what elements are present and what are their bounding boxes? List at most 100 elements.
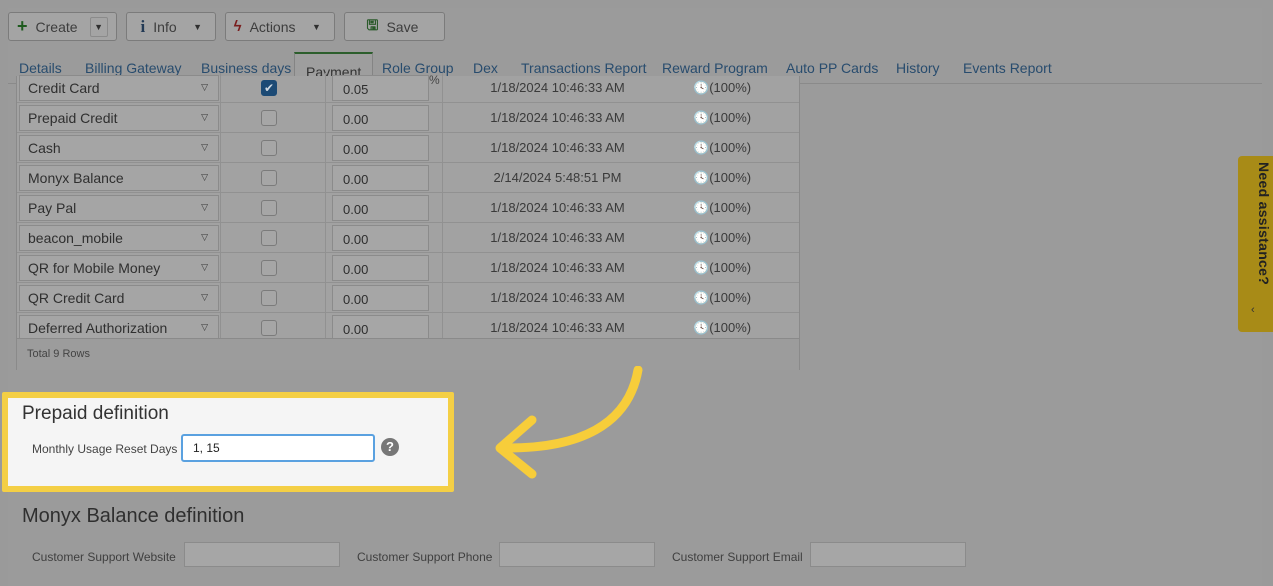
status: 🕓(100%) <box>693 290 751 306</box>
enabled-cell <box>220 253 326 283</box>
monyx-section-title: Monyx Balance definition <box>22 505 245 527</box>
section-title: Prepaid definition <box>22 403 169 424</box>
reset-days-label: Monthly Usage Reset Days <box>32 442 178 456</box>
chevron-down-icon[interactable]: ▼ <box>89 16 108 37</box>
status: 🕓(100%) <box>693 80 751 96</box>
help-icon[interactable]: ? <box>381 438 399 456</box>
dropdown-arrow-icon: ▽ <box>201 322 208 332</box>
amount-input[interactable]: 0.00 <box>332 285 429 311</box>
payment-method-name: QR Credit Card <box>28 290 125 306</box>
amount-input[interactable]: 0.00 <box>332 225 429 251</box>
status: 🕓(100%) <box>693 110 751 126</box>
clock-icon: 🕓 <box>693 110 710 125</box>
payment-methods-table: Credit Card ▽ ✔ 0.05 % 1/18/2024 10:46:33… <box>16 73 800 370</box>
payment-method-select[interactable]: Prepaid Credit ▽ <box>19 105 219 131</box>
amount-input[interactable]: 0.00 <box>332 255 429 281</box>
status: 🕓(100%) <box>693 230 751 246</box>
enabled-checkbox[interactable] <box>261 260 277 276</box>
table-row: Monyx Balance ▽ 0.00 2/14/2024 5:48:51 PM… <box>17 163 799 193</box>
enabled-checkbox[interactable] <box>261 290 277 306</box>
reset-days-input[interactable]: 1, 15 <box>181 434 375 462</box>
amount-input[interactable]: 0.00 <box>332 165 429 191</box>
clock-icon: 🕓 <box>693 170 710 185</box>
updated-date: 1/18/2024 10:46:33 AM <box>442 253 672 283</box>
save-label: Save <box>386 18 419 35</box>
enabled-checkbox[interactable]: ✔ <box>261 80 277 96</box>
updated-date: 1/18/2024 10:46:33 AM <box>442 133 672 163</box>
need-assistance-tab[interactable]: Need assistance? ‹ <box>1238 156 1273 332</box>
amount-input[interactable]: 0.00 <box>332 195 429 221</box>
updated-date: 1/18/2024 10:46:33 AM <box>442 223 672 253</box>
updated-date: 2/14/2024 5:48:51 PM <box>442 163 672 193</box>
status-text: (100%) <box>709 200 752 215</box>
annotation-arrow-icon <box>495 366 643 479</box>
clock-icon: 🕓 <box>693 290 710 305</box>
percent-unit: % <box>429 73 440 87</box>
support-email-input[interactable] <box>810 542 966 567</box>
enabled-checkbox[interactable] <box>261 200 277 216</box>
toolbar: + Create ▼ i Info ▼ ϟ Actions ▼ 🖫 Save <box>8 12 446 42</box>
dropdown-arrow-icon: ▽ <box>201 142 208 152</box>
status-text: (100%) <box>709 320 752 335</box>
info-label: Info <box>153 18 177 35</box>
tab-auto-pp-cards[interactable]: Auto PP Cards <box>786 60 878 76</box>
status: 🕓(100%) <box>693 170 751 186</box>
support-phone-input[interactable] <box>499 542 655 567</box>
payment-method-select[interactable]: QR Credit Card ▽ <box>19 285 219 311</box>
tab-history[interactable]: History <box>896 60 940 76</box>
payment-method-select[interactable]: Credit Card ▽ <box>19 75 219 101</box>
table-footer: Total 9 Rows <box>17 338 799 370</box>
chevron-down-icon[interactable]: ▼ <box>189 17 207 37</box>
info-button[interactable]: i Info ▼ <box>125 12 216 41</box>
status-text: (100%) <box>709 110 752 125</box>
enabled-checkbox[interactable] <box>261 170 277 186</box>
support-website-label: Customer Support Website <box>32 550 176 564</box>
status-text: (100%) <box>709 290 752 305</box>
payment-method-select[interactable]: Cash ▽ <box>19 135 219 161</box>
status-text: (100%) <box>709 230 752 245</box>
payment-method-name: Cash <box>28 140 61 156</box>
create-button[interactable]: + Create ▼ <box>8 12 117 41</box>
clock-icon: 🕓 <box>693 260 710 275</box>
support-phone-label: Customer Support Phone <box>357 550 493 564</box>
amount-input[interactable]: 0.00 <box>332 135 429 161</box>
payment-method-select[interactable]: Pay Pal ▽ <box>19 195 219 221</box>
tab-events-report[interactable]: Events Report <box>963 60 1052 76</box>
table-row: beacon_mobile ▽ 0.00 1/18/2024 10:46:33 A… <box>17 223 799 253</box>
dropdown-arrow-icon: ▽ <box>201 202 208 212</box>
screen: + Create ▼ i Info ▼ ϟ Actions ▼ 🖫 Save D… <box>0 0 1273 586</box>
save-button[interactable]: 🖫 Save <box>343 12 446 41</box>
payment-method-select[interactable]: QR for Mobile Money ▽ <box>19 255 219 281</box>
table-row: Cash ▽ 0.00 1/18/2024 10:46:33 AM 🕓(100%) <box>17 133 799 163</box>
enabled-checkbox[interactable] <box>261 110 277 126</box>
create-label: Create <box>35 18 78 35</box>
status: 🕓(100%) <box>693 140 751 156</box>
payment-method-select[interactable]: beacon_mobile ▽ <box>19 225 219 251</box>
amount-input[interactable]: 0.05 <box>332 75 429 101</box>
actions-button[interactable]: ϟ Actions ▼ <box>224 12 335 41</box>
payment-method-select[interactable]: Monyx Balance ▽ <box>19 165 219 191</box>
enabled-cell <box>220 103 326 133</box>
table-row: Pay Pal ▽ 0.00 1/18/2024 10:46:33 AM 🕓(10… <box>17 193 799 223</box>
chevron-down-icon[interactable]: ▼ <box>308 17 326 37</box>
table-row: Credit Card ▽ ✔ 0.05 % 1/18/2024 10:46:33… <box>17 73 799 103</box>
amount-input[interactable]: 0.00 <box>332 105 429 131</box>
clock-icon: 🕓 <box>693 140 710 155</box>
payment-method-name: Credit Card <box>28 80 100 96</box>
enabled-checkbox[interactable] <box>261 140 277 156</box>
status-text: (100%) <box>709 170 752 185</box>
clock-icon: 🕓 <box>693 80 710 95</box>
dropdown-arrow-icon: ▽ <box>201 112 208 122</box>
save-icon: 🖫 <box>366 16 379 33</box>
support-website-input[interactable] <box>184 542 340 567</box>
info-icon: i <box>140 16 146 36</box>
actions-label: Actions <box>249 18 296 35</box>
enabled-cell <box>220 223 326 253</box>
clock-icon: 🕓 <box>693 320 710 335</box>
status-text: (100%) <box>709 80 752 95</box>
enabled-checkbox[interactable] <box>261 230 277 246</box>
enabled-checkbox[interactable] <box>261 320 277 336</box>
status-text: (100%) <box>709 260 752 275</box>
plus-icon: + <box>17 16 28 36</box>
updated-date: 1/18/2024 10:46:33 AM <box>442 73 672 103</box>
